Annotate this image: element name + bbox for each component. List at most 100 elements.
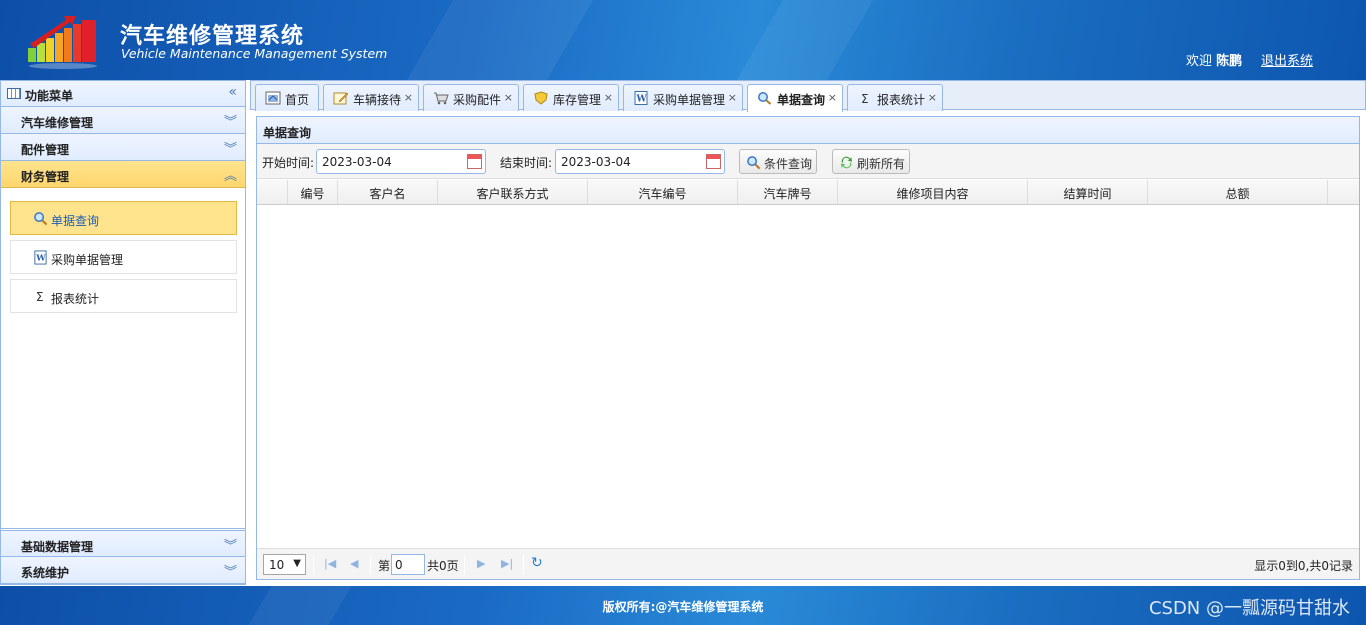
column-label: 汽车牌号	[763, 187, 812, 201]
document-icon: W	[34, 250, 47, 265]
page-prefix: 第	[378, 559, 391, 573]
grid-header: 编号 客户名 客户联系方式 汽车编号 汽车牌号 维修项目内容 结算时间 总额	[257, 180, 1359, 205]
grid-column-header[interactable]: 汽车编号	[588, 180, 738, 204]
chevron-down-icon: ▼	[293, 558, 301, 569]
tab-label: 车辆接待	[353, 93, 402, 107]
refresh-all-button[interactable]: 刷新所有	[832, 149, 910, 174]
sidebar-item-purchase-bills[interactable]: W 采购单据管理	[10, 240, 237, 274]
close-icon[interactable]: ×	[504, 91, 513, 104]
page-total: 共0页	[427, 559, 459, 573]
column-label: 客户名	[369, 187, 406, 201]
chevron-down-icon: ︾	[223, 142, 237, 157]
grid-column-header[interactable]: 汽车牌号	[738, 180, 838, 204]
sidebar-bottom-sections: 基础数据管理 ︾ 系统维护 ︾	[1, 530, 245, 584]
close-icon[interactable]: ×	[604, 91, 613, 104]
sidebar-section-vehicle-repair[interactable]: 汽车维修管理 ︾	[1, 107, 245, 134]
tab-home[interactable]: 首页	[255, 84, 319, 111]
pagination-bar: 10 ▼ |◀ ◀ 第 0 共0页 ▶ ▶| ↻ 显示0到0,共0记录	[257, 548, 1359, 579]
pager-separator	[523, 555, 524, 575]
bill-query-panel: 单据查询 开始时间: 2023-03-04 结束时间: 2023-03-04 条…	[256, 116, 1360, 580]
sigma-icon: Σ	[36, 290, 44, 304]
calendar-icon[interactable]	[706, 154, 721, 169]
search-icon	[758, 92, 772, 105]
pager-separator	[313, 555, 314, 575]
search-icon	[34, 212, 48, 226]
refresh-icon	[840, 156, 853, 169]
tab-purchase-parts[interactable]: 采购配件 ×	[423, 84, 519, 111]
tab-purchase-bills[interactable]: W 采购单据管理 ×	[623, 84, 743, 111]
query-button[interactable]: 条件查询	[739, 149, 817, 174]
section-label: 配件管理	[21, 143, 70, 157]
grid-column-header[interactable]: 维修项目内容	[838, 180, 1028, 204]
tab-bar: 首页 车辆接待 × 采购配件 × 库存管理 × W 采购单据管理 × 单据查询 …	[250, 80, 1366, 112]
page-number-input[interactable]: 0	[391, 554, 425, 575]
grid-column-header[interactable]: 总额	[1148, 180, 1328, 204]
close-icon[interactable]: ×	[828, 91, 837, 104]
app-footer: 版权所有:@汽车维修管理系统 CSDN @一瓢源码甘甜水	[0, 586, 1366, 625]
sidebar-item-reports[interactable]: Σ 报表统计	[10, 279, 237, 313]
svg-text:W: W	[636, 95, 648, 105]
column-label: 编号	[300, 187, 325, 201]
prev-page-icon[interactable]: ◀	[350, 557, 358, 570]
page-size-select[interactable]: 10 ▼	[263, 554, 306, 575]
menu-item-label: 采购单据管理	[51, 253, 124, 267]
page-size-value: 10	[269, 558, 285, 572]
end-date-value: 2023-03-04	[561, 155, 631, 169]
sidebar-section-parts[interactable]: 配件管理 ︾	[1, 134, 245, 161]
start-date-input[interactable]: 2023-03-04	[316, 149, 486, 174]
header-stripe	[736, 0, 874, 80]
tab-bill-query[interactable]: 单据查询 ×	[747, 84, 843, 112]
logout-link[interactable]: 退出系统	[1261, 50, 1313, 69]
reload-icon[interactable]: ↻	[531, 555, 543, 571]
welcome-prefix: 欢迎	[1186, 54, 1213, 69]
logo-icon	[28, 16, 97, 69]
sidebar-section-basic-data[interactable]: 基础数据管理 ︾	[1, 530, 245, 557]
grid-column-header[interactable]: 编号	[288, 180, 338, 204]
column-label: 维修项目内容	[896, 187, 969, 201]
first-page-icon[interactable]: |◀	[324, 557, 336, 570]
section-label: 财务管理	[21, 170, 70, 184]
close-icon[interactable]: ×	[404, 91, 413, 104]
menu-item-label: 单据查询	[51, 214, 100, 228]
chevron-down-icon: ︾	[223, 539, 237, 554]
search-icon	[747, 156, 761, 170]
header-stripe	[406, 0, 594, 80]
next-page-icon[interactable]: ▶	[477, 557, 485, 570]
button-label: 条件查询	[764, 157, 813, 171]
start-time-label: 开始时间:	[262, 156, 315, 170]
column-label: 客户联系方式	[476, 187, 549, 201]
end-time-label: 结束时间:	[500, 156, 553, 170]
tab-label: 单据查询	[777, 93, 826, 107]
pager-info: 显示0到0,共0记录	[1254, 559, 1353, 573]
collapse-sidebar-icon[interactable]: «	[228, 84, 237, 100]
svg-text:W: W	[35, 252, 46, 262]
tab-vehicle-reception[interactable]: 车辆接待 ×	[323, 84, 419, 111]
sidebar: 功能菜单 « 汽车维修管理 ︾ 配件管理 ︾ 财务管理 ︽ 单据查询 W 采购单…	[0, 80, 246, 585]
sidebar-item-bill-query[interactable]: 单据查询	[10, 201, 237, 235]
grid-column-header[interactable]: 客户名	[338, 180, 438, 204]
welcome-text: 欢迎 陈鹏	[1186, 50, 1242, 69]
section-label: 基础数据管理	[21, 540, 94, 554]
close-icon[interactable]: ×	[728, 91, 737, 104]
grid-column-header[interactable]: 结算时间	[1028, 180, 1148, 204]
sidebar-title: 功能菜单	[25, 89, 74, 103]
tab-inventory[interactable]: 库存管理 ×	[523, 84, 619, 111]
username: 陈鹏	[1216, 54, 1243, 69]
close-icon[interactable]: ×	[928, 91, 937, 104]
chevron-down-icon: ︾	[223, 565, 237, 580]
column-label: 总额	[1225, 187, 1250, 201]
chevron-up-icon: ︽	[223, 169, 237, 184]
grid-column-header[interactable]: 客户联系方式	[438, 180, 588, 204]
chevron-down-icon: ︾	[223, 115, 237, 130]
main-area: 首页 车辆接待 × 采购配件 × 库存管理 × W 采购单据管理 × 单据查询 …	[250, 80, 1366, 585]
end-date-input[interactable]: 2023-03-04	[555, 149, 725, 174]
tab-reports[interactable]: Σ 报表统计 ×	[847, 84, 943, 111]
last-page-icon[interactable]: ▶|	[501, 557, 513, 570]
sidebar-section-system[interactable]: 系统维护 ︾	[1, 557, 245, 584]
sidebar-section-finance[interactable]: 财务管理 ︽	[1, 161, 245, 188]
menu-grid-icon	[7, 88, 21, 99]
tab-label: 采购单据管理	[653, 93, 726, 107]
calendar-icon[interactable]	[467, 154, 482, 169]
panel-title: 单据查询	[263, 126, 312, 140]
column-label: 结算时间	[1063, 187, 1112, 201]
